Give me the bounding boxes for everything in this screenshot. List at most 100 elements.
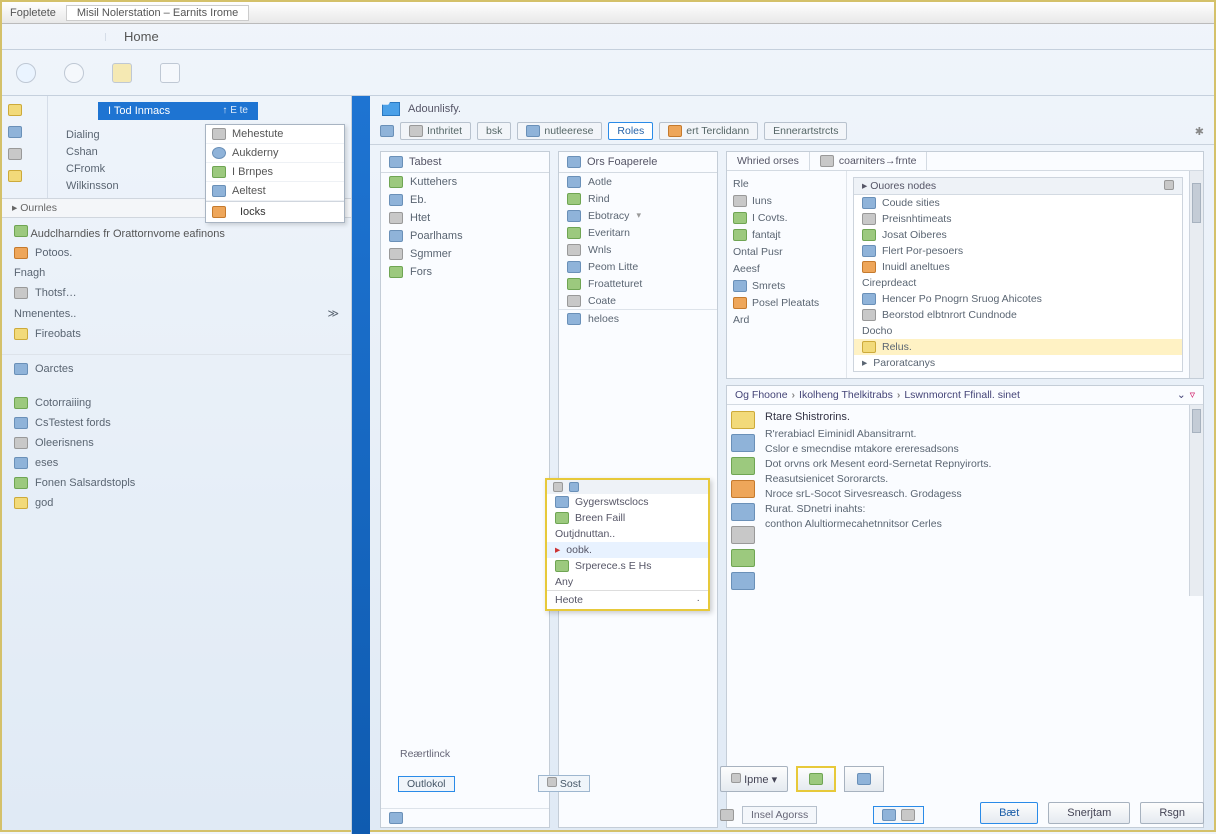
close-icon[interactable] [1164, 180, 1174, 190]
dropdown-item[interactable]: Aeltest [206, 182, 344, 201]
pnav-item[interactable]: Rle [733, 175, 840, 192]
tree-item[interactable]: Fors [381, 263, 549, 281]
pnav-item[interactable]: I Covts. [733, 209, 840, 226]
popup-item[interactable]: Gygerswtsclocs [547, 494, 708, 510]
back-button[interactable]: Bæt [980, 802, 1038, 824]
tab[interactable]: bsk [477, 122, 511, 140]
tree-item[interactable]: Sgmmer [381, 245, 549, 263]
detail-line[interactable]: Cslor e smecndise mtakore ereresadsons [765, 441, 1185, 456]
tab-roles[interactable]: Roles [608, 122, 653, 140]
popup-item-selected[interactable]: ▸oobk. [547, 542, 708, 558]
cat-item[interactable]: heloes [559, 309, 717, 327]
bc-segment[interactable]: Lswnmorcnt Ffinall. sinet [904, 389, 1020, 401]
detail-line[interactable]: conthon Alultiormecahetnnitsor Cerles [765, 516, 1185, 531]
list-item[interactable]: Josat Oiberes [854, 227, 1182, 243]
list-item[interactable]: Inuidl aneltues [854, 259, 1182, 275]
next-button[interactable]: Snerjtam [1048, 802, 1130, 824]
tree-item[interactable]: Eb. [381, 191, 549, 209]
pnav-item[interactable]: Posel Pleatats [733, 294, 840, 311]
panel-tab[interactable]: coarniters→frnte [810, 152, 928, 170]
list-item[interactable]: Thotsf… [12, 283, 341, 303]
detail-line[interactable]: Dot orvns ork Mesent eord-Sernetat Repny… [765, 456, 1185, 471]
pnav-item[interactable]: Aeesf [733, 260, 840, 277]
list-item[interactable]: Fireobats [12, 324, 341, 344]
vertical-divider[interactable] [352, 96, 370, 834]
popup-item[interactable]: Outjdnuttan.. [547, 526, 708, 542]
mail-icon[interactable] [8, 126, 22, 138]
cat-item[interactable]: Rind [559, 190, 717, 207]
bc-segment[interactable]: Og Fhoone [735, 389, 788, 401]
note-icon[interactable] [112, 63, 132, 83]
outlook-button[interactable]: Outlokol [398, 776, 455, 792]
tab[interactable]: Inthritet [400, 122, 471, 140]
cat-item[interactable]: Everitarn [559, 224, 717, 241]
tree-item[interactable]: Htet [381, 209, 549, 227]
list-item[interactable]: Fnagh [12, 263, 341, 283]
tab[interactable]: Ennerartstrcts [764, 122, 847, 140]
panel-icon[interactable] [160, 63, 180, 83]
list-item-selected[interactable]: Relus. [854, 339, 1182, 355]
pnav-item[interactable]: Ard [733, 311, 840, 328]
collapse-icon[interactable]: ⌄ [1177, 389, 1186, 401]
note-icon[interactable] [8, 170, 22, 182]
tab[interactable]: ert Terclidann [659, 122, 758, 140]
list-item[interactable]: Oarctes [12, 359, 341, 379]
item-icon[interactable] [8, 148, 22, 160]
cat-item[interactable]: Froatteturet [559, 275, 717, 292]
detail-line[interactable]: R'rerabiacl Eiminidl Abansitrarnt. [765, 426, 1185, 441]
pnav-item[interactable]: Ontal Pusr [733, 243, 840, 260]
dropdown-item[interactable]: Aukderny [206, 144, 344, 163]
grid-icon[interactable] [389, 812, 403, 824]
popup-item[interactable]: Breen Faill [547, 510, 708, 526]
sort-control[interactable]: Sost [538, 775, 590, 792]
list-item[interactable]: Nmenentes..≫ [12, 303, 341, 324]
cat-item[interactable]: Wnls [559, 241, 717, 258]
pnav-item[interactable]: fantajt [733, 226, 840, 243]
menu-home[interactable]: Home [106, 25, 177, 48]
bc-segment[interactable]: Ikolheng Thelkitrabs [799, 389, 893, 401]
dropdown-item[interactable]: Mehestute [206, 125, 344, 144]
scrollbar[interactable] [1189, 405, 1203, 596]
list-item[interactable]: Fonen Salsardstopls [12, 473, 341, 493]
pnav-item[interactable]: Iuns [733, 192, 840, 209]
popup-item[interactable]: Srperece.s E Hs [547, 558, 708, 574]
list-item[interactable]: Cotorraiiing [12, 393, 341, 413]
cat-item[interactable]: Coate [559, 292, 717, 309]
address-label[interactable]: Adounlisfy. [408, 103, 461, 115]
list-item[interactable]: CsTestest fords [12, 413, 341, 433]
list-item[interactable]: Coude sities [854, 195, 1182, 211]
list-item[interactable]: Hencer Po Pnogrn Sruog Ahicotes [854, 291, 1182, 307]
list-item[interactable]: Oleerisnens [12, 433, 341, 453]
view-toggle[interactable] [873, 806, 924, 824]
page-label-button[interactable]: Ipme ▾ [720, 766, 788, 792]
scrollbar[interactable] [1189, 171, 1203, 378]
cat-item[interactable]: Ebotracy ▾ [559, 207, 717, 224]
list-item[interactable]: Beorstod elbtnrort Cundnode [854, 307, 1182, 323]
new-icon[interactable] [380, 125, 394, 137]
sidebar-active-tab[interactable]: I Tod Inmacs ↑ E te [98, 102, 258, 120]
status-box[interactable]: Insel Agorss [742, 806, 817, 824]
folder-icon[interactable] [8, 104, 22, 116]
popup-foot[interactable]: Heote [555, 594, 583, 606]
refresh-icon[interactable] [16, 63, 36, 83]
list-item[interactable]: eses [12, 453, 341, 473]
popup-item[interactable]: Any [547, 574, 708, 590]
cancel-button[interactable]: Rsgn [1140, 802, 1204, 824]
detail-line[interactable]: Nroce srL-Socot Sirvesreasch. Grodagess [765, 486, 1185, 501]
tab[interactable]: nutleerese [517, 122, 602, 140]
cat-item[interactable]: Peom Litte [559, 258, 717, 275]
panel-tab[interactable]: Whried orses [727, 152, 810, 170]
flag-icon[interactable]: ▿ [1190, 389, 1195, 401]
detail-line[interactable]: Rurat. SDnetri inahts: [765, 501, 1185, 516]
dropdown-low-label[interactable]: Iocks [240, 206, 266, 218]
clock-icon[interactable] [64, 63, 84, 83]
tree-item[interactable]: Kuttehers [381, 173, 549, 191]
view-btn-2[interactable] [844, 766, 884, 792]
list-item[interactable]: ▸Paroratcanys [854, 355, 1182, 371]
list-item[interactable]: Docho [854, 323, 1182, 339]
list-item[interactable]: Preisnhtimeats [854, 211, 1182, 227]
view-btn-1[interactable] [796, 766, 836, 792]
dropdown-item[interactable]: I Brnpes [206, 163, 344, 182]
cat-item[interactable]: Aotle [559, 173, 717, 190]
tree-item[interactable]: Poarlhams [381, 227, 549, 245]
